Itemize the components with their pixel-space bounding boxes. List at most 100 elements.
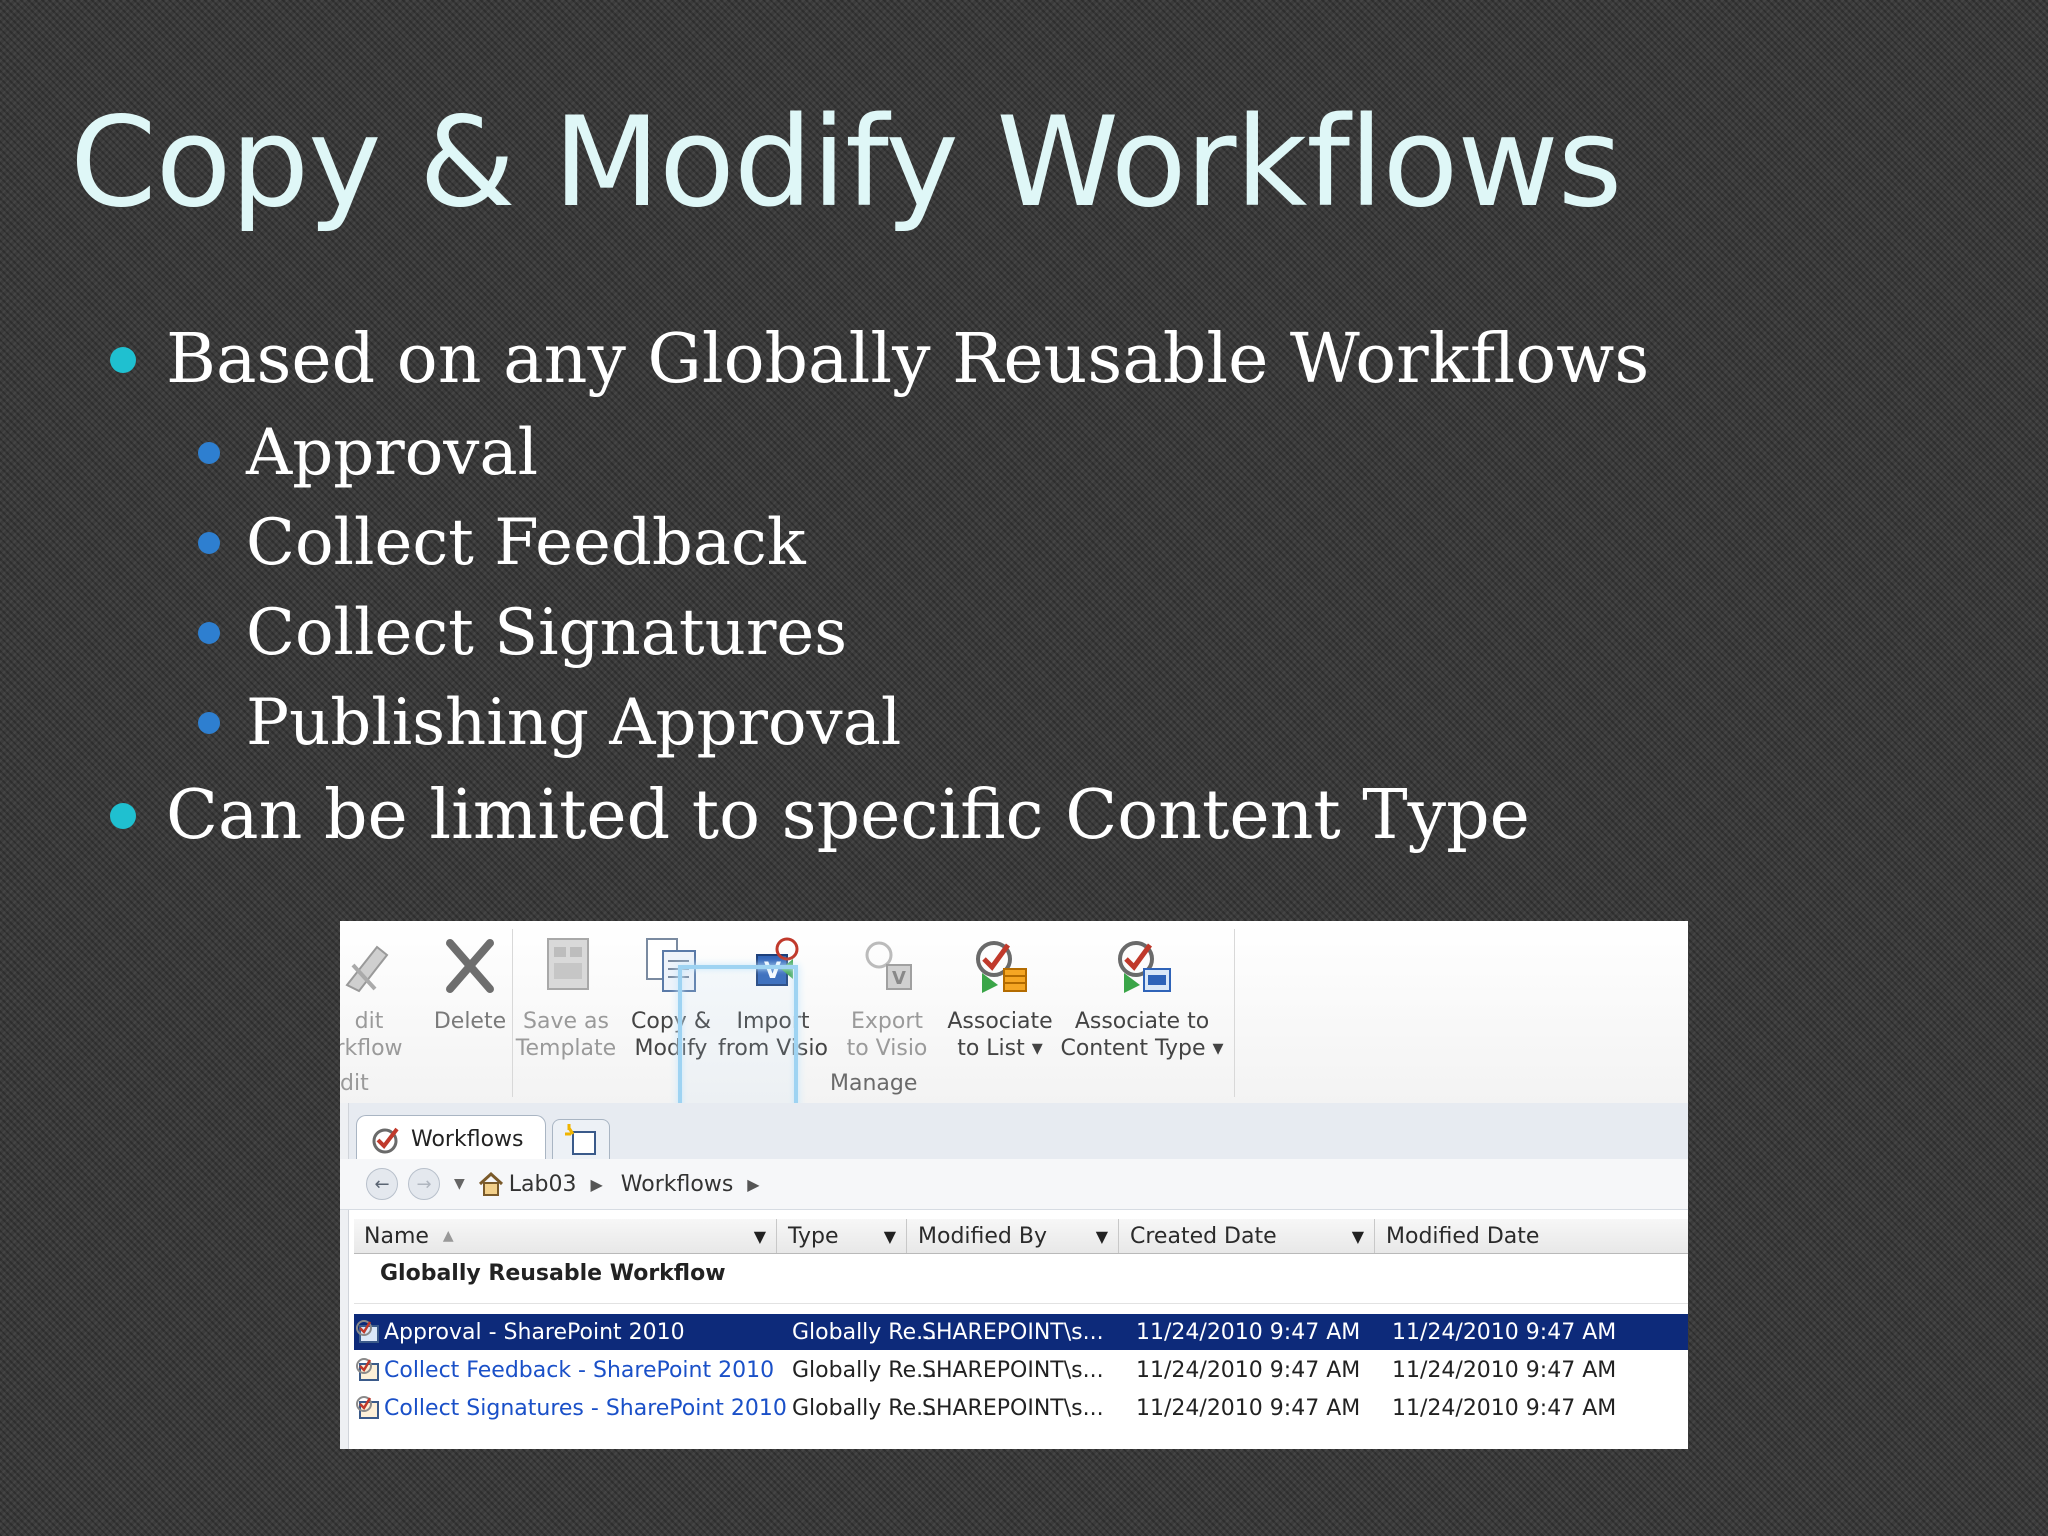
edit-workflow-label-2: rkflow (340, 1036, 403, 1061)
workflow-name[interactable]: Collect Signatures - SharePoint 2010 (384, 1396, 787, 1421)
column-label: Type (788, 1223, 839, 1249)
navigation-bar: ← → ▼ Lab03 ▶ Workflows ▶ (340, 1159, 1688, 1210)
group-divider (354, 1303, 1688, 1304)
workflow-modified-date: 11/24/2010 9:47 AM (1392, 1319, 1617, 1345)
filter-dropdown-icon[interactable]: ▼ (754, 1227, 766, 1246)
ribbon-separator (512, 929, 513, 1097)
forward-button[interactable]: → (408, 1168, 440, 1200)
ribbon-separator (1234, 929, 1235, 1097)
bullet-text: Based on any Globally Reusable Workflows (166, 320, 1650, 399)
bullet-dot-icon (198, 622, 220, 644)
filter-dropdown-icon[interactable]: ▼ (1352, 1227, 1364, 1246)
column-header-modified-date[interactable]: Modified Date (1376, 1219, 1688, 1253)
bullet-dot-icon (110, 346, 136, 373)
back-arrow-icon: ← (374, 1173, 390, 1195)
workflow-tab-icon (372, 1127, 399, 1154)
bullet-item: Based on any Globally Reusable Workflows (110, 320, 1649, 399)
delete-x-icon (446, 939, 494, 993)
associate-to-content-type-button[interactable]: Associate to Content Type ▾ (1058, 935, 1226, 1062)
column-header-created-date[interactable]: Created Date ▼ (1120, 1219, 1375, 1253)
column-header-modified-by[interactable]: Modified By ▼ (908, 1219, 1119, 1253)
edit-group-label: dit (340, 1071, 369, 1096)
breadcrumb-item[interactable]: Workflows (621, 1172, 733, 1197)
save-template-icon (547, 938, 589, 990)
column-label: Modified Date (1386, 1223, 1540, 1249)
workflow-icon (356, 1396, 379, 1419)
tab-label: Workflows (411, 1126, 524, 1152)
workflow-modified-by: SHAREPOINT\s... (922, 1395, 1104, 1421)
workflow-icon (356, 1358, 379, 1381)
breadcrumb-separator-icon[interactable]: ▶ (590, 1175, 602, 1194)
new-tab-icon (565, 1124, 596, 1155)
edit-workflow-button[interactable]: dit rkflow (340, 935, 424, 1062)
workflow-icon (356, 1320, 379, 1343)
delete-button[interactable]: Delete (418, 935, 522, 1035)
associate-list-label: Associate (947, 1009, 1053, 1034)
navigation-pane-edge[interactable] (340, 1103, 349, 1449)
workflow-modified-by: SHAREPOINT\s... (922, 1319, 1104, 1345)
breadcrumb-item[interactable]: Lab03 (509, 1172, 577, 1197)
workflow-created-date: 11/24/2010 9:47 AM (1136, 1357, 1361, 1383)
new-tab-button[interactable] (552, 1119, 610, 1160)
sub-bullet-item: Collect Feedback (198, 506, 806, 580)
sub-bullet-item: Publishing Approval (198, 686, 901, 760)
column-header-name[interactable]: Name ▲ ▼ (354, 1219, 777, 1253)
edit-workflow-icon (345, 945, 389, 993)
bullet-dot-icon (198, 532, 220, 554)
bullet-text: Collect Signatures (246, 596, 848, 670)
workflow-name[interactable]: Approval - SharePoint 2010 (384, 1320, 685, 1345)
export-to-visio-button[interactable]: V Export to Visio (834, 935, 940, 1062)
associate-list-icon (976, 941, 1027, 993)
delete-label: Delete (433, 1009, 507, 1034)
grid-header: Name ▲ ▼ Type ▼ Modified By ▼ Created Da… (354, 1219, 1688, 1254)
column-label: Name (364, 1223, 429, 1249)
workflow-type: Globally Re... (792, 1357, 938, 1383)
edit-workflow-label: dit (354, 1009, 384, 1034)
workflow-type: Globally Re... (792, 1319, 938, 1345)
bullet-dot-icon (198, 442, 220, 464)
workflow-modified-date: 11/24/2010 9:47 AM (1392, 1395, 1617, 1421)
workflow-modified-date: 11/24/2010 9:47 AM (1392, 1357, 1617, 1383)
bullet-text: Publishing Approval (246, 686, 902, 760)
workflow-name[interactable]: Collect Feedback - SharePoint 2010 (384, 1358, 774, 1383)
workflow-modified-by: SHAREPOINT\s... (922, 1357, 1104, 1383)
table-row[interactable]: Collect Signatures - SharePoint 2010 Glo… (354, 1390, 1688, 1426)
column-header-type[interactable]: Type ▼ (778, 1219, 907, 1253)
export-visio-label: Export (850, 1009, 923, 1034)
save-as-template-button[interactable]: Save as Template (514, 935, 618, 1062)
home-icon (478, 1171, 503, 1196)
bullet-list: Based on any Globally Reusable Workflows… (0, 0, 2048, 900)
bullet-dot-icon (198, 712, 220, 734)
save-as-template-label-2: Template (515, 1036, 617, 1061)
table-row[interactable]: Collect Feedback - SharePoint 2010 Globa… (354, 1352, 1688, 1388)
filter-dropdown-icon[interactable]: ▼ (884, 1227, 896, 1246)
bullet-item: Can be limited to specific Content Type (110, 776, 1530, 855)
history-dropdown-icon[interactable]: ▼ (454, 1176, 465, 1192)
associate-to-list-button[interactable]: Associate to List ▾ (944, 935, 1056, 1062)
ribbon: dit rkflow dit Delete Save as Template C… (340, 921, 1688, 1104)
associate-list-label-2: to List ▾ (957, 1036, 1043, 1061)
save-as-template-label: Save as (523, 1009, 609, 1034)
bullet-text: Collect Feedback (246, 506, 806, 580)
workflow-created-date: 11/24/2010 9:47 AM (1136, 1395, 1361, 1421)
bullet-text: Approval (246, 416, 539, 490)
breadcrumb-separator-icon[interactable]: ▶ (747, 1175, 759, 1194)
sort-ascending-icon: ▲ (442, 1228, 454, 1244)
back-button[interactable]: ← (366, 1168, 398, 1200)
sub-bullet-item: Approval (198, 416, 538, 490)
column-label: Modified By (918, 1223, 1047, 1249)
table-row[interactable]: Approval - SharePoint 2010 Globally Re..… (354, 1314, 1688, 1350)
sharepoint-designer-screenshot: dit rkflow dit Delete Save as Template C… (340, 921, 1688, 1449)
filter-dropdown-icon[interactable]: ▼ (1096, 1227, 1108, 1246)
tab-workflows[interactable]: Workflows (356, 1115, 546, 1162)
associate-ct-label: Associate to (1074, 1009, 1210, 1034)
column-label: Created Date (1130, 1223, 1277, 1249)
manage-group-label: Manage (830, 1071, 918, 1096)
svg-text:V: V (892, 968, 906, 989)
group-header[interactable]: Globally Reusable Workflow (380, 1261, 726, 1286)
export-visio-icon: V (865, 941, 912, 990)
tab-strip: Workflows (340, 1103, 1688, 1162)
export-visio-label-2: to Visio (846, 1036, 928, 1061)
workflow-created-date: 11/24/2010 9:47 AM (1136, 1319, 1361, 1345)
bullet-dot-icon (110, 802, 136, 829)
